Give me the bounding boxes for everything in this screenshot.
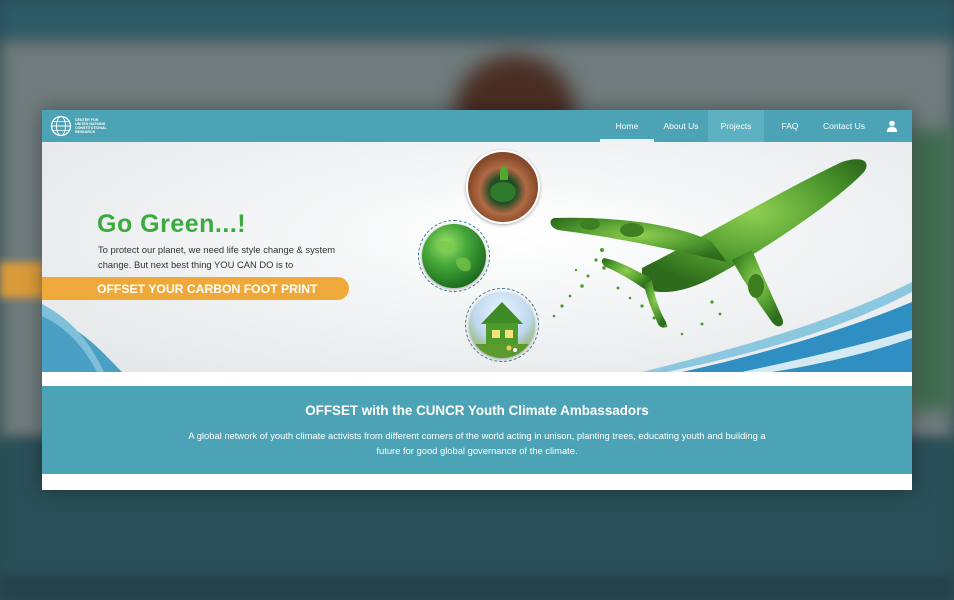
green-globe-image [422, 224, 486, 288]
main-nav: Home About Us Projects FAQ Contact Us [600, 110, 912, 142]
nav-contact-us[interactable]: Contact Us [816, 110, 872, 142]
grass-house-image [469, 292, 535, 358]
nav-projects[interactable]: Projects [708, 110, 764, 142]
section-text: A global network of youth climate activi… [188, 430, 766, 456]
user-icon [886, 120, 898, 132]
offset-carbon-button[interactable]: OFFSET YOUR CARBON FOOT PRINT [42, 277, 349, 300]
hero-title: Go Green...! [97, 210, 247, 238]
ambassadors-section: OFFSET with the CUNCR Youth Climate Amba… [42, 386, 912, 474]
hero-banner: Go Green...! To protect our planet, we n… [42, 142, 912, 372]
hands-sapling-image [466, 150, 540, 224]
globe-logo-icon [50, 115, 72, 137]
logo-text: CENTER FOR UNITED NATIONS CONSTITUTIONAL… [75, 118, 107, 134]
website-preview: CENTER FOR UNITED NATIONS CONSTITUTIONAL… [42, 110, 912, 490]
site-logo[interactable]: CENTER FOR UNITED NATIONS CONSTITUTIONAL… [50, 114, 119, 138]
user-account-button[interactable] [872, 110, 912, 142]
top-navbar: CENTER FOR UNITED NATIONS CONSTITUTIONAL… [42, 110, 912, 142]
section-title: OFFSET with the CUNCR Youth Climate Amba… [305, 403, 649, 418]
hero-text: To protect our planet, we need life styl… [98, 244, 336, 270]
nav-home[interactable]: Home [600, 110, 654, 142]
nav-about-us[interactable]: About Us [654, 110, 708, 142]
nav-faq[interactable]: FAQ [764, 110, 816, 142]
grass-airplane-image [550, 159, 867, 336]
